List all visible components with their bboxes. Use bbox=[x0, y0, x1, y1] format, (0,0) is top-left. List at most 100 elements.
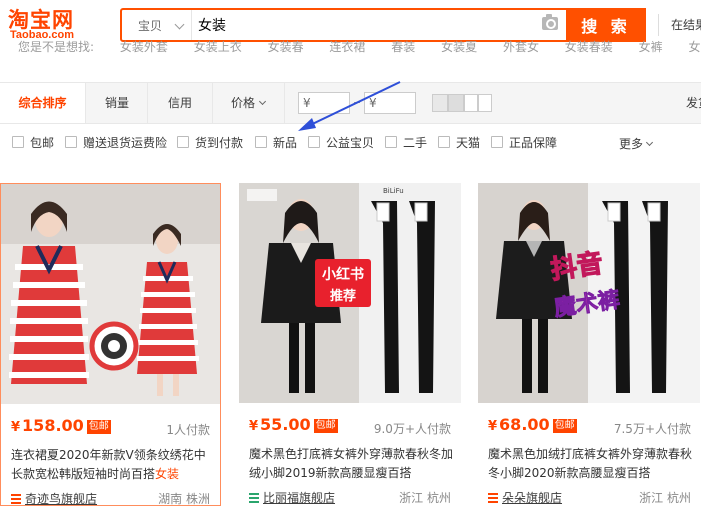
sort-bar: 综合排序 销量 信用 价格 ¥ ¥ 发货 bbox=[0, 82, 701, 124]
chevron-down-icon bbox=[174, 19, 185, 30]
price-range-dash bbox=[354, 102, 360, 103]
product-title-link[interactable]: 魔术黑色加绒打底裤女裤外穿薄款春秋冬小脚2020新款高腰显瘦百搭 bbox=[488, 445, 692, 483]
shop-name: 比丽福旗舰店 bbox=[263, 491, 336, 505]
search-input[interactable] bbox=[198, 12, 528, 38]
filter-genuine[interactable]: 正品保障 bbox=[491, 135, 558, 150]
grid-view-icon[interactable] bbox=[432, 94, 448, 112]
checkbox[interactable] bbox=[65, 136, 77, 148]
filter-label: 包邮 bbox=[30, 135, 55, 150]
title-keyword: 女装 bbox=[155, 467, 180, 481]
sort-default-tab[interactable]: 综合排序 bbox=[0, 83, 86, 123]
filter-new[interactable]: 新品 bbox=[255, 135, 298, 150]
shop-link[interactable]: 奇迹鸟旗舰店 bbox=[11, 490, 97, 506]
filter-label: 正品保障 bbox=[509, 135, 558, 150]
checkbox[interactable] bbox=[255, 136, 267, 148]
view-cell[interactable] bbox=[464, 94, 478, 112]
product-price: ¥158.00 包邮 bbox=[11, 416, 111, 435]
free-shipping-badge: 包邮 bbox=[313, 419, 338, 433]
sort-divider bbox=[284, 83, 285, 123]
shop-location: 浙江 杭州 bbox=[399, 491, 451, 505]
search-button[interactable]: 搜 索 bbox=[566, 8, 646, 42]
list-view-icon[interactable] bbox=[448, 94, 464, 112]
sort-sales-tab[interactable]: 销量 bbox=[105, 83, 129, 123]
shop-location: 浙江 杭州 bbox=[639, 491, 691, 505]
product-image[interactable]: 小红书 推荐 BiLiFu bbox=[239, 183, 461, 403]
product-title: 魔术黑色加绒打底裤女裤外穿薄款春秋冬小脚2020新款高腰显瘦百搭 bbox=[488, 447, 692, 480]
product-card[interactable]: 抖音 魔术裤 ¥68.00 包邮 7.5万+人付款 魔术黑色加绒打底裤女裤外穿薄款… bbox=[478, 183, 701, 506]
product-image[interactable]: 抖音 魔术裤 bbox=[478, 183, 701, 403]
related-link[interactable]: 连衣裙 bbox=[329, 40, 365, 54]
view-cell[interactable] bbox=[478, 94, 492, 112]
related-link[interactable]: 女装春装 bbox=[565, 40, 613, 54]
sort-price-tab[interactable]: 价格 bbox=[231, 83, 267, 123]
checkbox[interactable] bbox=[308, 136, 320, 148]
search-box: 宝贝 搜 索 bbox=[120, 8, 646, 42]
related-link[interactable]: 女装夏 bbox=[441, 40, 477, 54]
filter-cod[interactable]: 货到付款 bbox=[177, 135, 244, 150]
price-value: 55.00 bbox=[260, 415, 311, 434]
filter-second-hand[interactable]: 二手 bbox=[385, 135, 428, 150]
shop-link[interactable]: 朵朵旗舰店 bbox=[488, 489, 562, 506]
related-link[interactable]: 女装上衣 bbox=[194, 40, 242, 54]
sort-credit-tab[interactable]: 信用 bbox=[168, 83, 192, 123]
taobao-logo[interactable]: 淘宝网 Taobao.com bbox=[8, 4, 108, 42]
currency-symbol: ¥ bbox=[11, 420, 21, 435]
product-price: ¥55.00 包邮 bbox=[249, 415, 338, 434]
sales-count: 9.0万+人付款 bbox=[373, 422, 451, 436]
related-link[interactable]: 春装 bbox=[391, 40, 415, 54]
free-shipping-badge: 包邮 bbox=[86, 420, 111, 434]
search-scope-select[interactable]: 宝贝 bbox=[122, 10, 192, 40]
related-label: 您是不是想找: bbox=[18, 40, 95, 54]
overlay-brand-text: 小红书 bbox=[322, 266, 364, 283]
search-in-results-button[interactable]: 在结果 bbox=[658, 14, 701, 36]
price-min-input[interactable]: ¥ bbox=[298, 92, 350, 114]
price-value: 158.00 bbox=[22, 416, 84, 435]
product-title-link[interactable]: 连衣裙夏2020年新款V领条纹绣花中长款宽松韩版短袖时尚百搭女装 bbox=[11, 446, 215, 484]
shop-location: 湖南 株洲 bbox=[158, 492, 210, 506]
product-tag-text: BiLiFu bbox=[383, 187, 404, 195]
chevron-down-icon bbox=[645, 138, 654, 147]
filter-label: 公益宝贝 bbox=[326, 135, 375, 150]
sort-divider bbox=[212, 83, 213, 123]
checkbox[interactable] bbox=[438, 136, 450, 148]
ship-from-filter[interactable]: 发货 bbox=[686, 83, 701, 123]
filter-free-shipping[interactable]: 包邮 bbox=[12, 135, 55, 150]
related-link[interactable]: 女裤 bbox=[639, 40, 663, 54]
product-image[interactable] bbox=[1, 184, 220, 404]
related-searches: 您是不是想找: 女装外套 女装上衣 女装春 连衣裙 春装 女装夏 外套女 女装春… bbox=[18, 40, 701, 58]
related-link[interactable]: 外套女 bbox=[503, 40, 539, 54]
filter-label: 二手 bbox=[403, 135, 428, 150]
shop-name: 奇迹鸟旗舰店 bbox=[25, 492, 98, 506]
search-scope-label: 宝贝 bbox=[138, 18, 163, 33]
shop-link[interactable]: 比丽福旗舰店 bbox=[249, 489, 335, 506]
shop-name: 朵朵旗舰店 bbox=[502, 491, 563, 505]
product-card[interactable]: 小红书 推荐 BiLiFu ¥55.00 包邮 9.0万+人付款 魔术黑色打底裤女… bbox=[239, 183, 461, 506]
shop-icon bbox=[249, 492, 259, 503]
price-max-input[interactable]: ¥ bbox=[364, 92, 416, 114]
filter-row: 包邮 赠送退货运费险 货到付款 新品 公益宝贝 二手 天猫 正品保障 更多 bbox=[0, 126, 701, 158]
filter-tmall[interactable]: 天猫 bbox=[438, 135, 480, 150]
currency-symbol: ¥ bbox=[488, 419, 498, 434]
filter-label: 新品 bbox=[273, 135, 298, 150]
checkbox[interactable] bbox=[177, 136, 189, 148]
product-card[interactable]: ¥158.00 包邮 1人付款 连衣裙夏2020年新款V领条纹绣花中长款宽松韩版短… bbox=[0, 183, 221, 506]
checkbox[interactable] bbox=[491, 136, 503, 148]
view-mode-toggle[interactable] bbox=[432, 94, 494, 112]
checkbox[interactable] bbox=[12, 136, 24, 148]
sort-price-label: 价格 bbox=[231, 96, 256, 110]
related-link[interactable]: 女装春 bbox=[268, 40, 304, 54]
free-shipping-badge: 包邮 bbox=[552, 419, 577, 433]
price-value: 68.00 bbox=[499, 415, 550, 434]
sales-count: 7.5万+人付款 bbox=[613, 422, 691, 436]
more-filters-button[interactable]: 更多 bbox=[619, 135, 654, 152]
related-link[interactable]: 女上衣 bbox=[688, 40, 701, 54]
filter-label: 货到付款 bbox=[195, 135, 244, 150]
related-link[interactable]: 女装外套 bbox=[120, 40, 168, 54]
camera-icon[interactable] bbox=[542, 14, 558, 30]
filter-return-insurance[interactable]: 赠送退货运费险 bbox=[65, 135, 167, 150]
product-title-link[interactable]: 魔术黑色打底裤女裤外穿薄款春秋冬加绒小脚2019新款高腰显瘦百搭 bbox=[249, 445, 453, 483]
filter-charity[interactable]: 公益宝贝 bbox=[308, 135, 375, 150]
header: 淘宝网 Taobao.com 宝贝 搜 索 在结果 bbox=[0, 0, 701, 44]
checkbox[interactable] bbox=[385, 136, 397, 148]
chevron-down-icon bbox=[258, 97, 267, 106]
